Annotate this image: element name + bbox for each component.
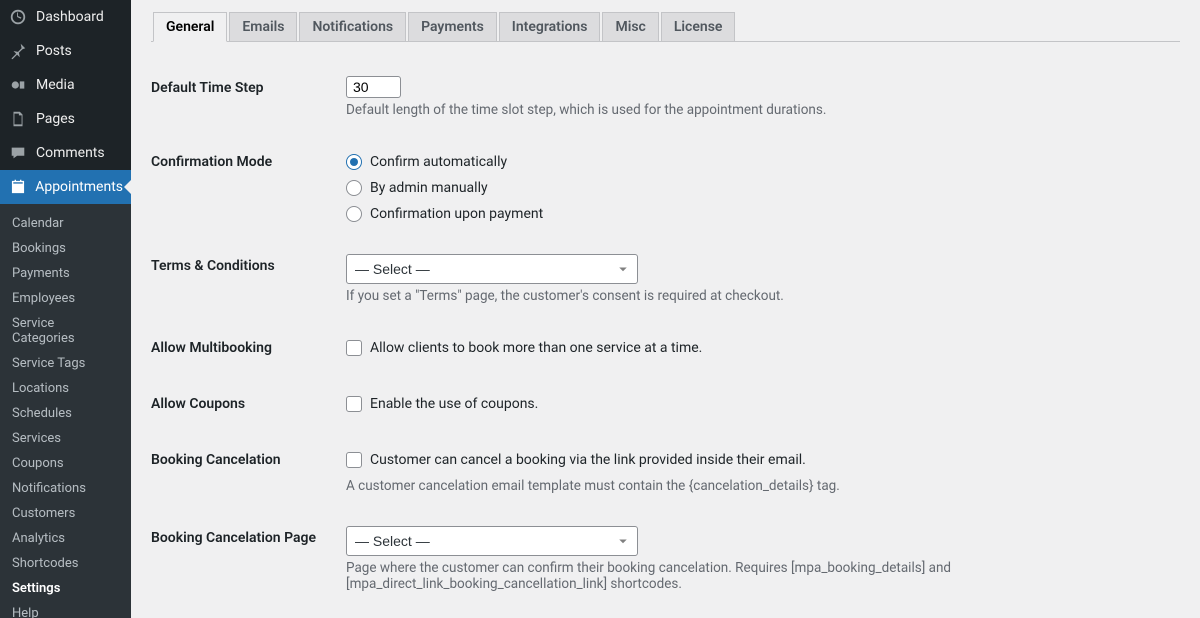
comments-icon [8, 143, 28, 163]
multibook-check-label: Allow clients to book more than one serv… [370, 340, 702, 356]
menu-pages[interactable]: Pages [0, 102, 131, 136]
time-step-label: Default Time Step [151, 60, 336, 134]
submenu-item-notifications[interactable]: Notifications [0, 476, 131, 501]
confirmation-auto-radio[interactable] [346, 154, 362, 170]
menu-media[interactable]: Media [0, 68, 131, 102]
media-icon [8, 75, 28, 95]
submenu-item-settings[interactable]: Settings [0, 576, 131, 601]
menu-posts-label: Posts [36, 43, 72, 59]
multibook-checkbox[interactable] [346, 340, 362, 356]
confirmation-payment-radio[interactable] [346, 206, 362, 222]
tab-notifications[interactable]: Notifications [299, 12, 406, 41]
cancel-page-label: Booking Cancelation Page [151, 510, 336, 608]
tab-misc[interactable]: Misc [602, 12, 658, 41]
cancel-checkbox[interactable] [346, 452, 362, 468]
calendar-icon [8, 177, 27, 197]
submenu-item-payments[interactable]: Payments [0, 261, 131, 286]
menu-appointments-label: Appointments [35, 179, 123, 195]
settings-form: Default Time Step Default length of the … [151, 60, 1180, 618]
cancel-page-desc: Page where the customer can confirm thei… [346, 560, 1170, 592]
submenu-item-services[interactable]: Services [0, 426, 131, 451]
pin-icon [8, 41, 28, 61]
submenu-item-service-categories[interactable]: Service Categories [0, 311, 131, 351]
canceled-page-label: Booking Canceled Page [151, 608, 336, 618]
dashboard-icon [8, 7, 28, 27]
tab-emails[interactable]: Emails [229, 12, 297, 41]
multibook-label: Allow Multibooking [151, 320, 336, 376]
submenu-item-shortcodes[interactable]: Shortcodes [0, 551, 131, 576]
cancel-page-select[interactable]: — Select — [346, 526, 638, 556]
menu-comments[interactable]: Comments [0, 136, 131, 170]
submenu-item-bookings[interactable]: Bookings [0, 236, 131, 261]
terms-label: Terms & Conditions [151, 238, 336, 320]
coupons-label: Allow Coupons [151, 376, 336, 432]
cancel-desc: A customer cancelation email template mu… [346, 478, 1170, 494]
confirmation-auto-label: Confirm automatically [370, 154, 507, 170]
submenu-item-help[interactable]: Help [0, 601, 131, 618]
settings-content: GeneralEmailsNotificationsPaymentsIntegr… [131, 0, 1200, 618]
submenu-item-service-tags[interactable]: Service Tags [0, 351, 131, 376]
tab-integrations[interactable]: Integrations [499, 12, 601, 41]
menu-posts[interactable]: Posts [0, 34, 131, 68]
menu-appointments[interactable]: Appointments [0, 170, 131, 204]
menu-comments-label: Comments [36, 145, 105, 161]
submenu-item-schedules[interactable]: Schedules [0, 401, 131, 426]
settings-tabs: GeneralEmailsNotificationsPaymentsIntegr… [151, 12, 1180, 42]
confirmation-payment-label: Confirmation upon payment [370, 206, 543, 222]
submenu-item-employees[interactable]: Employees [0, 286, 131, 311]
menu-dashboard-label: Dashboard [36, 9, 104, 25]
pages-icon [8, 109, 28, 129]
submenu-item-coupons[interactable]: Coupons [0, 451, 131, 476]
cancel-check-label: Customer can cancel a booking via the li… [370, 452, 806, 468]
confirmation-admin-radio[interactable] [346, 180, 362, 196]
coupons-checkbox[interactable] [346, 396, 362, 412]
time-step-desc: Default length of the time slot step, wh… [346, 102, 1170, 118]
menu-pages-label: Pages [36, 111, 75, 127]
menu-dashboard[interactable]: Dashboard [0, 0, 131, 34]
submenu-item-locations[interactable]: Locations [0, 376, 131, 401]
submenu-item-customers[interactable]: Customers [0, 501, 131, 526]
time-step-input[interactable] [346, 76, 401, 98]
terms-desc: If you set a "Terms" page, the customer'… [346, 288, 1170, 304]
submenu-item-calendar[interactable]: Calendar [0, 211, 131, 236]
confirmation-label: Confirmation Mode [151, 134, 336, 238]
admin-sidebar: Dashboard Posts Media Pages Comments App… [0, 0, 131, 618]
tab-license[interactable]: License [661, 12, 736, 41]
appointments-submenu: CalendarBookingsPaymentsEmployeesService… [0, 204, 131, 618]
terms-select[interactable]: — Select — [346, 254, 638, 284]
tab-general[interactable]: General [153, 12, 227, 42]
confirmation-admin-label: By admin manually [370, 180, 488, 196]
tab-payments[interactable]: Payments [408, 12, 497, 41]
coupons-check-label: Enable the use of coupons. [370, 396, 538, 412]
cancel-label: Booking Cancelation [151, 432, 336, 510]
submenu-item-analytics[interactable]: Analytics [0, 526, 131, 551]
menu-media-label: Media [36, 77, 75, 93]
